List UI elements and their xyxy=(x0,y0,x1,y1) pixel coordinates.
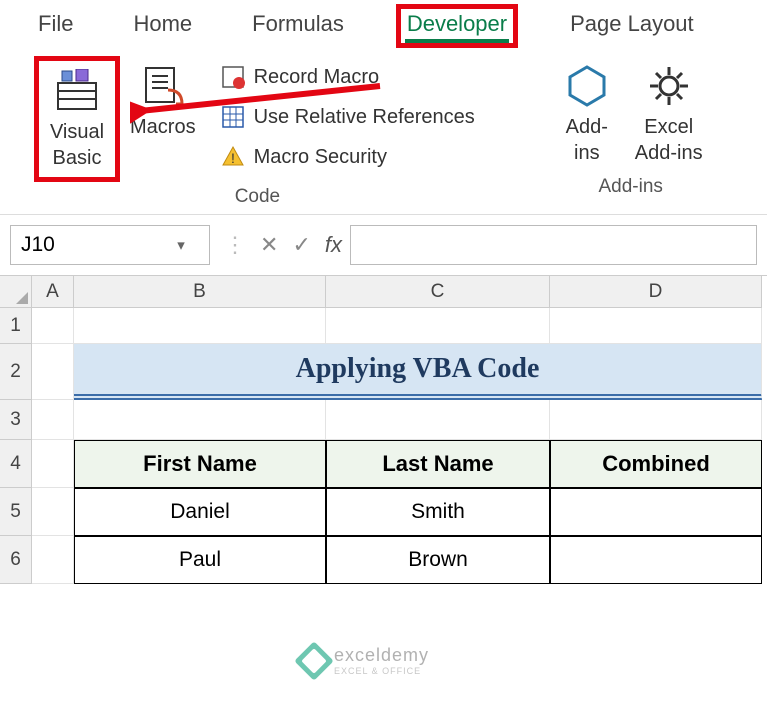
cell[interactable] xyxy=(550,400,762,440)
tab-home[interactable]: Home xyxy=(125,7,200,45)
divider: ⋮ xyxy=(218,232,252,258)
group-addins: Add- ins Excel Add-ins Add-ins xyxy=(535,56,727,214)
cell[interactable] xyxy=(32,488,74,536)
select-all-corner[interactable] xyxy=(0,276,32,308)
row-header-1[interactable]: 1 xyxy=(0,308,32,344)
row-header-6[interactable]: 6 xyxy=(0,536,32,584)
cell[interactable] xyxy=(32,536,74,584)
name-box-input[interactable] xyxy=(11,233,161,257)
chevron-down-icon[interactable]: ▾ xyxy=(161,236,201,254)
addins-label: Add- ins xyxy=(566,114,608,166)
svg-text:!: ! xyxy=(231,150,235,166)
data-cell[interactable] xyxy=(550,536,762,584)
header-combined[interactable]: Combined xyxy=(550,440,762,488)
col-header-c[interactable]: C xyxy=(326,276,550,308)
enter-icon[interactable]: ✓ xyxy=(292,232,310,258)
watermark: exceldemy EXCEL & OFFICE xyxy=(300,645,429,676)
annotation-arrow xyxy=(130,76,390,126)
group-code-label: Code xyxy=(235,186,280,208)
cell[interactable] xyxy=(32,440,74,488)
data-cell[interactable]: Brown xyxy=(326,536,550,584)
warning-icon: ! xyxy=(220,144,246,170)
macro-security-button[interactable]: ! Macro Security xyxy=(214,140,481,174)
cancel-icon[interactable]: ✕ xyxy=(260,232,278,258)
formula-input[interactable] xyxy=(350,225,757,265)
cell[interactable] xyxy=(74,308,326,344)
ribbon-tabs: File Home Formulas Developer Page Layout xyxy=(0,0,767,48)
excel-addins-button[interactable]: Excel Add-ins xyxy=(625,56,713,172)
tab-page-layout[interactable]: Page Layout xyxy=(562,7,702,45)
sheet: A B C D 1 2 3 4 5 6 Applying VBA Code xyxy=(0,276,767,584)
cell[interactable] xyxy=(74,400,326,440)
watermark-logo xyxy=(294,641,334,681)
watermark-sub: EXCEL & OFFICE xyxy=(334,666,429,676)
cell[interactable] xyxy=(32,308,74,344)
cell[interactable] xyxy=(326,308,550,344)
cell[interactable] xyxy=(326,400,550,440)
hexagon-icon xyxy=(559,62,615,110)
row-header-5[interactable]: 5 xyxy=(0,488,32,536)
macro-security-label: Macro Security xyxy=(254,146,387,169)
tab-developer[interactable]: Developer xyxy=(396,4,518,48)
row-header-4[interactable]: 4 xyxy=(0,440,32,488)
data-cell[interactable]: Smith xyxy=(326,488,550,536)
data-cell[interactable] xyxy=(550,488,762,536)
watermark-text: exceldemy xyxy=(334,645,429,666)
visual-basic-label: Visual Basic xyxy=(50,119,104,171)
excel-addins-label: Excel Add-ins xyxy=(635,114,703,166)
col-header-a[interactable]: A xyxy=(32,276,74,308)
data-cell[interactable]: Daniel xyxy=(74,488,326,536)
addins-button[interactable]: Add- ins xyxy=(549,56,625,172)
cell[interactable] xyxy=(32,400,74,440)
ribbon: Visual Basic Macros xyxy=(0,48,767,215)
tab-file[interactable]: File xyxy=(30,7,81,45)
header-last-name[interactable]: Last Name xyxy=(326,440,550,488)
group-addins-label: Add-ins xyxy=(598,176,662,198)
cell[interactable] xyxy=(550,308,762,344)
col-header-b[interactable]: B xyxy=(74,276,326,308)
name-box[interactable]: ▾ xyxy=(10,225,210,265)
fx-icon[interactable]: fx xyxy=(325,232,342,258)
title-cell[interactable]: Applying VBA Code xyxy=(74,344,762,400)
formula-bar-row: ▾ ⋮ ✕ ✓ fx xyxy=(0,215,767,276)
visual-basic-icon xyxy=(49,67,105,115)
gear-icon xyxy=(641,62,697,110)
header-first-name[interactable]: First Name xyxy=(74,440,326,488)
row-header-3[interactable]: 3 xyxy=(0,400,32,440)
data-cell[interactable]: Paul xyxy=(74,536,326,584)
tab-formulas[interactable]: Formulas xyxy=(244,7,352,45)
col-header-d[interactable]: D xyxy=(550,276,762,308)
cell[interactable] xyxy=(32,344,74,400)
visual-basic-button[interactable]: Visual Basic xyxy=(34,56,120,182)
row-header-2[interactable]: 2 xyxy=(0,344,32,400)
